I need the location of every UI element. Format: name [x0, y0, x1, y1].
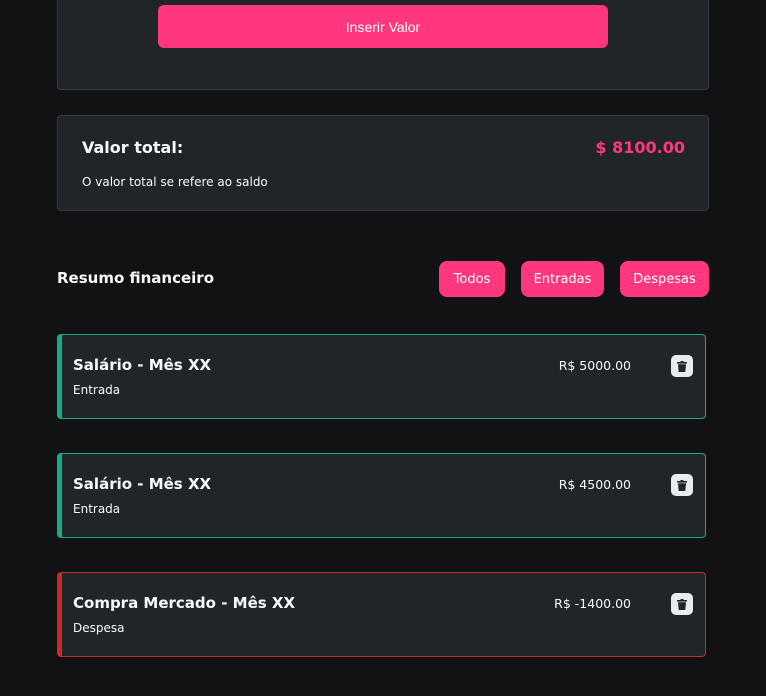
filter-all-button[interactable]: Todos [439, 261, 505, 297]
total-note: O valor total se refere ao saldo [82, 175, 268, 189]
summary-title: Resumo financeiro [57, 269, 214, 287]
value-form-card: Inserir Valor [57, 0, 709, 90]
transaction-title: Salário - Mês XX [73, 356, 212, 374]
delete-transaction-button[interactable] [671, 355, 693, 377]
delete-transaction-button[interactable] [671, 593, 693, 615]
page: Inserir Valor Valor total: $ 8100.00 O v… [0, 0, 766, 696]
transaction-amount: R$ 4500.00 [558, 477, 631, 492]
filter-income-button[interactable]: Entradas [521, 261, 604, 297]
trash-icon [677, 598, 687, 610]
total-value: $ 8100.00 [595, 138, 685, 157]
transaction-type: Despesa [73, 621, 125, 635]
transaction-amount: R$ -1400.00 [554, 596, 631, 611]
filter-expense-button[interactable]: Despesas [620, 261, 709, 297]
total-label: Valor total: [82, 138, 184, 157]
transaction-title: Salário - Mês XX [73, 475, 212, 493]
transaction-type: Entrada [73, 502, 121, 516]
total-card: Valor total: $ 8100.00 O valor total se … [57, 115, 709, 211]
transaction-card: Salário - Mês XX Entrada R$ 4500.00 [57, 453, 706, 538]
transaction-card: Salário - Mês XX Entrada R$ 5000.00 [57, 334, 706, 419]
trash-icon [677, 479, 687, 491]
transaction-amount: R$ 5000.00 [558, 358, 631, 373]
delete-transaction-button[interactable] [671, 474, 693, 496]
transaction-type: Entrada [73, 383, 121, 397]
transaction-title: Compra Mercado - Mês XX [73, 594, 296, 612]
transaction-card: Compra Mercado - Mês XX Despesa R$ -1400… [57, 572, 706, 657]
insert-value-button[interactable]: Inserir Valor [158, 5, 608, 48]
trash-icon [677, 360, 687, 372]
